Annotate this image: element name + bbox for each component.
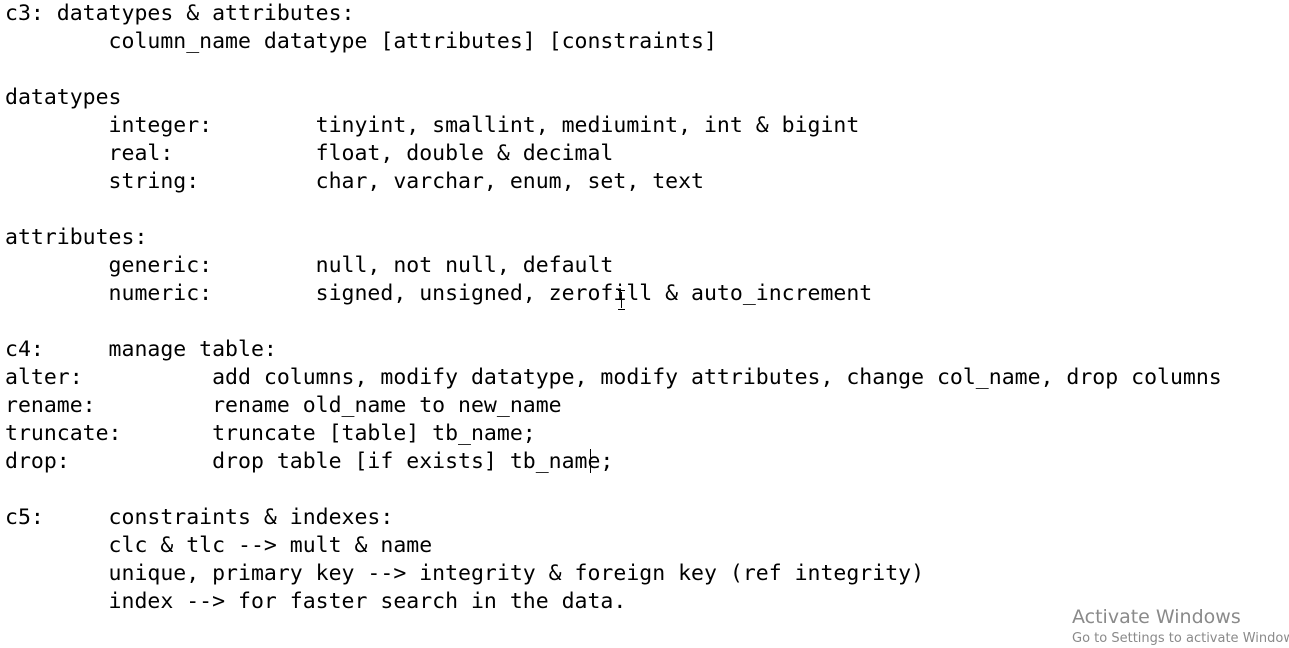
text-line: c4: manage table:: [5, 337, 277, 362]
text-line: attributes:: [5, 225, 148, 250]
text-line: clc & tlc --> mult & name: [5, 533, 433, 558]
text-editor[interactable]: c3: datatypes & attributes: column_name …: [5, 0, 1289, 646]
text-line: real: float, double & decimal: [5, 141, 614, 166]
text-line: c3: datatypes & attributes:: [5, 1, 355, 26]
text-line: numeric: signed, unsigned, zerofill & au…: [5, 281, 873, 306]
text-line: string: char, varchar, enum, set, text: [5, 169, 704, 194]
text-line: c5: constraints & indexes:: [5, 505, 394, 530]
text-line: truncate: truncate [table] tb_name;: [5, 421, 536, 446]
text-line: drop: drop table [if exists] tb_name;: [5, 449, 614, 474]
i-beam-cursor-icon: [617, 290, 626, 310]
text-line: rename: rename old_name to new_name: [5, 393, 562, 418]
text-line: generic: null, not null, default: [5, 253, 614, 278]
text-line: column_name datatype [attributes] [const…: [5, 29, 717, 54]
text-line: datatypes: [5, 85, 122, 110]
text-line: alter: add columns, modify datatype, mod…: [5, 365, 1222, 390]
text-caret: [590, 449, 591, 473]
activate-windows-watermark: Activate Windows Go to Settings to activ…: [1072, 606, 1289, 648]
watermark-title: Activate Windows: [1072, 606, 1241, 628]
text-line: index --> for faster search in the data.: [5, 589, 627, 614]
text-line: integer: tinyint, smallint, mediumint, i…: [5, 113, 860, 138]
watermark-subtitle: Go to Settings to activate Windows.: [1072, 631, 1289, 646]
text-line: unique, primary key --> integrity & fore…: [5, 561, 925, 586]
